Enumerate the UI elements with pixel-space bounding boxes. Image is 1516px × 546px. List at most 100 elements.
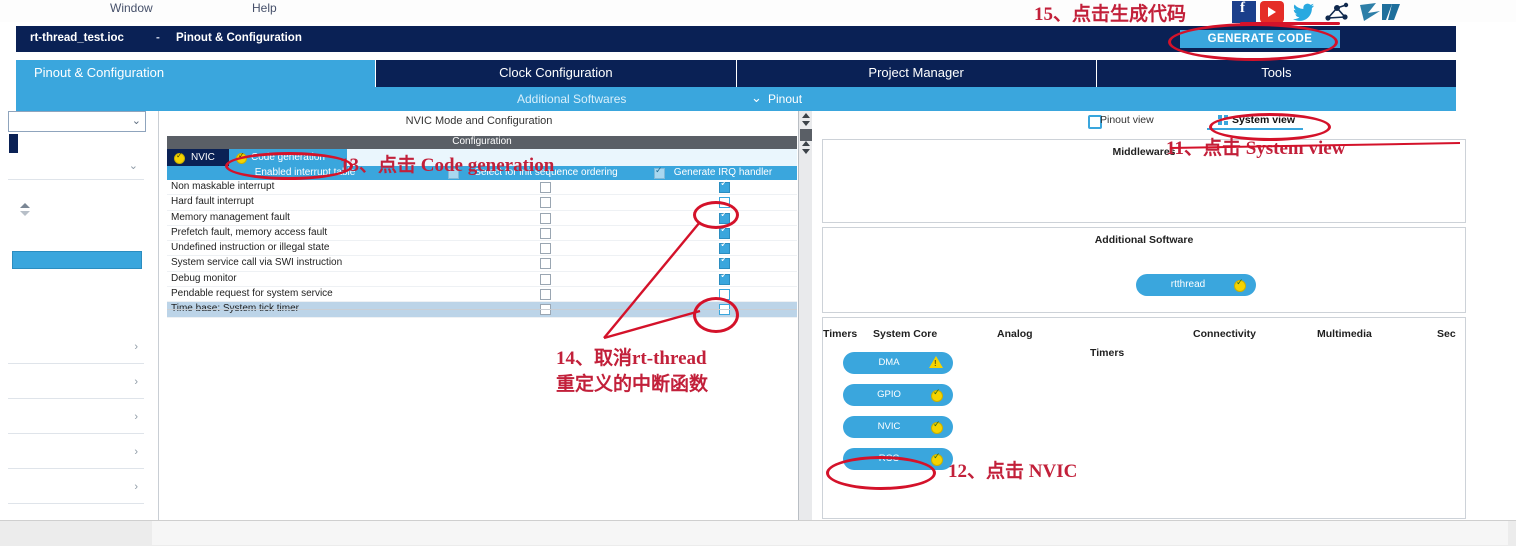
sidebar-row-3[interactable]: › [8, 339, 144, 364]
annotation-12: 12、点击 NVIC [948, 461, 1078, 482]
left-sidebar: ⌄ ⌄ › › › › › [0, 111, 152, 520]
ioc-current-page: Pinout & Configuration [176, 32, 302, 44]
bottom-strip-inner [152, 521, 1508, 545]
init-order-checkbox[interactable] [540, 243, 551, 255]
configuration-header: Configuration [167, 136, 797, 149]
sidebar-selected-item[interactable] [12, 251, 142, 269]
menu-item-window[interactable]: Window [110, 1, 153, 15]
category-tab-system-core[interactable]: System Core [873, 328, 937, 340]
sidebar-row-5[interactable]: › [8, 409, 144, 434]
additional-software-title: Additional Software [1094, 234, 1194, 246]
table-row[interactable]: Non maskable interrupt [167, 178, 797, 196]
social-icon-bar [1232, 0, 1462, 24]
annotation-circle-nvic [826, 456, 936, 490]
youtube-icon[interactable] [1260, 1, 1284, 23]
peripheral-categories-box: System Core Analog Timers Connectivity M… [822, 317, 1466, 519]
init-order-checkbox[interactable] [540, 258, 551, 270]
chevron-right-icon: › [134, 446, 138, 458]
category-tab-timers-visible[interactable]: Timers [1090, 347, 1124, 359]
interrupt-name: Undefined instruction or illegal state [171, 242, 330, 254]
annotation-15: 15、点击生成代码 [1034, 4, 1187, 25]
main-tab-bar: Pinout & Configuration Clock Configurati… [16, 60, 1456, 87]
additional-software-item-rtthread[interactable]: rtthread [1136, 274, 1256, 296]
peripheral-label: NVIC [877, 421, 901, 432]
splitter-collapse-arrows-mid[interactable] [801, 141, 811, 157]
tab-project-manager[interactable]: Project Manager [735, 60, 1096, 87]
sidebar-search-combo[interactable]: ⌄ [8, 111, 146, 132]
subnav-additional-softwares[interactable]: Additional Softwares [517, 92, 626, 106]
sidebar-text-cursor [9, 134, 18, 153]
annotation-14: 14、取消rt-thread 重定义的中断函数 [556, 348, 709, 395]
status-warning-icon [929, 356, 943, 368]
table-row[interactable]: Undefined instruction or illegal state [167, 239, 797, 257]
sidebar-spinner-icon[interactable] [18, 203, 32, 217]
table-row[interactable]: System service call via SWI instruction [167, 254, 797, 272]
interrupt-name: Pendable request for system service [171, 288, 333, 300]
status-ok-icon [931, 451, 943, 466]
init-order-checkbox[interactable] [540, 212, 551, 224]
twitter-icon[interactable] [1292, 1, 1316, 23]
splitter-collapse-arrows-top[interactable] [801, 113, 811, 129]
tab-tools[interactable]: Tools [1095, 60, 1456, 87]
inner-tab-nvic[interactable]: NVIC [167, 149, 229, 166]
middlewares-box: Middlewares [822, 139, 1466, 223]
status-ok-icon [1234, 277, 1246, 292]
menu-item-help[interactable]: Help [252, 1, 277, 15]
interrupt-name: Debug monitor [171, 272, 237, 284]
irq-handler-checkbox[interactable] [719, 224, 730, 239]
bottom-status-strip [0, 520, 1516, 546]
system-view-panel: Pinout view System view Middlewares Addi… [812, 111, 1516, 520]
share-network-icon[interactable] [1324, 1, 1349, 23]
chevron-down-icon: ⌄ [128, 160, 138, 172]
interrupt-name: Non maskable interrupt [171, 181, 275, 192]
tab-label: Tools [1261, 65, 1292, 80]
init-order-checkbox[interactable] [540, 197, 551, 209]
chevron-right-icon: › [134, 481, 138, 493]
tab-pinout-configuration[interactable]: Pinout & Configuration [16, 60, 376, 87]
status-ok-icon [931, 419, 943, 434]
inner-tab-label: NVIC [191, 152, 215, 163]
init-order-checkbox[interactable] [540, 273, 551, 285]
subnav-pinout[interactable]: Pinout [768, 92, 802, 106]
splitter-thumb[interactable] [800, 129, 812, 141]
category-tab-security[interactable]: Sec [1437, 328, 1456, 340]
tab-label: Pinout & Configuration [34, 65, 165, 80]
annotation-circle-checkbox-pendsv-systick [693, 297, 739, 333]
interrupt-name: System service call via SWI instruction [171, 257, 343, 269]
peripheral-label: GPIO [877, 389, 901, 400]
category-tab-multimedia[interactable]: Multimedia [1317, 328, 1372, 340]
init-order-checkbox[interactable] [540, 227, 551, 239]
table-row[interactable]: Prefetch fault, memory access fault [167, 224, 797, 242]
irq-handler-checkbox[interactable] [719, 270, 730, 285]
ioc-filename: rt-thread_test.ioc [30, 32, 124, 44]
peripheral-gpio[interactable]: GPIO [843, 384, 953, 406]
peripheral-dma[interactable]: DMA [843, 352, 953, 374]
tab-clock-configuration[interactable]: Clock Configuration [375, 60, 735, 87]
interrupt-name: Memory management fault [171, 211, 290, 223]
sidebar-row-7[interactable]: › [8, 479, 144, 504]
chevron-right-icon: › [134, 341, 138, 353]
view-switcher: Pinout view System view [812, 111, 1462, 133]
title-separator: - [156, 32, 160, 44]
peripheral-nvic[interactable]: NVIC [843, 416, 953, 438]
category-tab-analog[interactable]: Analog [997, 328, 1033, 340]
chevron-down-icon[interactable]: ⌄ [751, 90, 762, 106]
sidebar-row-0[interactable]: ⌄ [8, 157, 144, 180]
sidebar-row-4[interactable]: › [8, 374, 144, 399]
facebook-icon[interactable] [1232, 0, 1256, 23]
sidebar-row-6[interactable]: › [8, 444, 144, 469]
pinout-view-button[interactable]: Pinout view [1100, 114, 1154, 126]
irq-handler-checkbox[interactable] [719, 254, 730, 270]
interrupt-name: Prefetch fault, memory access fault [171, 226, 328, 238]
category-tab-connectivity[interactable]: Connectivity [1193, 328, 1256, 340]
nvic-table-body: Non maskable interrupt Hard fault interr… [167, 178, 797, 318]
panel-title: NVIC Mode and Configuration [405, 115, 553, 127]
irq-handler-checkbox[interactable] [719, 239, 730, 255]
category-tab-timers[interactable]: Timers [823, 328, 857, 340]
init-order-checkbox[interactable] [540, 182, 551, 193]
st-logo-icon[interactable] [1358, 1, 1400, 23]
table-row[interactable]: Debug monitor [167, 270, 797, 288]
irq-handler-checkbox[interactable] [719, 178, 730, 193]
init-order-checkbox[interactable] [540, 289, 551, 301]
interrupt-name: Hard fault interrupt [171, 196, 254, 208]
